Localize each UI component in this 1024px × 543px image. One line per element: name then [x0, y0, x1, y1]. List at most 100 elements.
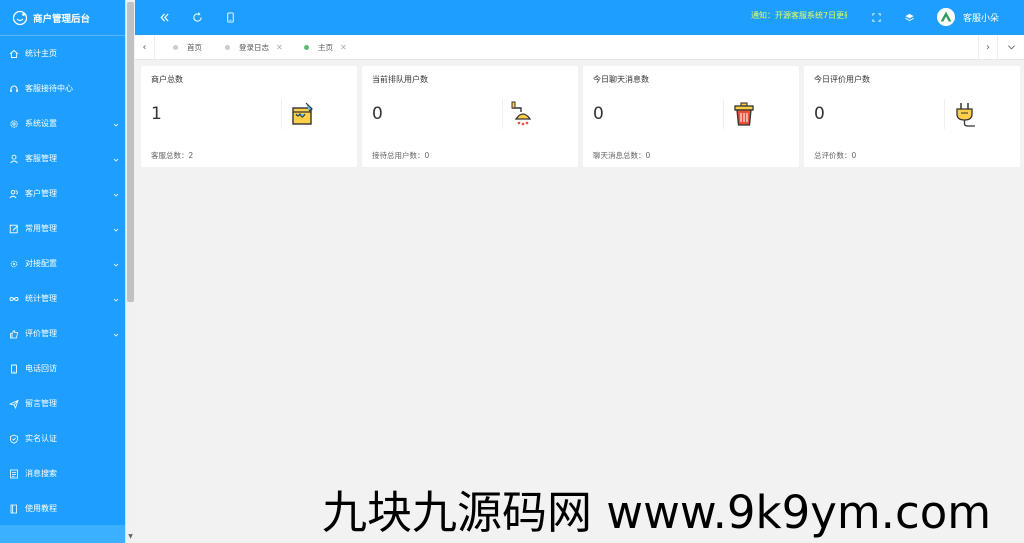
card-footer: 总评价数：0: [814, 151, 857, 160]
stat-card-reviews: 今日评价用户数 0 总评价数：0: [804, 66, 1020, 167]
card-value: 0: [372, 104, 383, 124]
chevron-down-icon: [113, 331, 119, 337]
sidebar-item-system-settings[interactable]: 系统设置: [0, 106, 125, 141]
refresh-icon: [192, 11, 202, 22]
sidebar-item-label: 使用教程: [25, 504, 57, 513]
sidebar-item-dashboard[interactable]: 统计主页: [0, 36, 125, 71]
tab-scroll-left-button[interactable]: ‹: [135, 35, 155, 60]
sidebar-item-label: 电话回访: [25, 364, 57, 373]
sidebar: 商户管理后台 统计主页 客服接待中心 系统设置 客服管理 客户管理 常用管理 对…: [0, 0, 125, 543]
tab-bar: ‹ 首页 登录日志 ✕ 主页 ✕ ›: [135, 35, 1024, 60]
chevron-down-icon: [113, 226, 119, 232]
fullscreen-button[interactable]: [870, 11, 882, 23]
card-divider: [723, 99, 724, 129]
card-divider: [944, 99, 945, 129]
sidebar-item-label: 统计管理: [25, 294, 57, 303]
avatar-logo-icon: [940, 11, 952, 22]
edit-icon: [9, 224, 19, 234]
chevron-down-icon: [113, 261, 119, 267]
sidebar-item-label: 留言管理: [25, 399, 57, 408]
tab-status-dot: [225, 45, 230, 50]
collapse-sidebar-button[interactable]: [158, 11, 170, 23]
sidebar-item-message-search[interactable]: 消息搜索: [0, 456, 125, 491]
headset-icon: [9, 84, 19, 94]
sidebar-item-label: 统计主页: [25, 49, 57, 58]
fullscreen-icon: [871, 12, 881, 22]
refresh-button[interactable]: [191, 11, 203, 23]
chevron-down-icon: [113, 296, 119, 302]
chevron-down-icon: [1007, 45, 1015, 50]
sidebar-item-integration-config[interactable]: 对接配置: [0, 246, 125, 281]
sidebar-item-label: 客户管理: [25, 189, 57, 198]
users-icon: [9, 189, 19, 199]
trash-bin-icon: [730, 100, 758, 128]
document-search-icon: [9, 469, 19, 479]
tab-status-dot: [173, 45, 178, 50]
sidebar-item-label: 实名认证: [25, 434, 57, 443]
tab-status-dot: [304, 45, 309, 50]
tab-actions-dropdown[interactable]: [1001, 35, 1021, 60]
tab-home[interactable]: 首页: [173, 35, 202, 60]
gear-icon: [9, 119, 19, 129]
chevron-down-icon: [113, 191, 119, 197]
infinity-icon: [9, 294, 19, 304]
tab-scroll-right-button[interactable]: ›: [978, 35, 998, 60]
sidebar-item-common-management[interactable]: 常用管理: [0, 211, 125, 246]
paint-bucket-icon: [288, 100, 316, 128]
watermark-text: 九块九源码网 www.9k9ym.com: [322, 486, 992, 539]
sidebar-scrollbar[interactable]: ▼: [125, 0, 135, 543]
scrollbar-thumb[interactable]: [127, 2, 134, 302]
card-divider: [502, 99, 503, 129]
card-value: 0: [593, 104, 604, 124]
sidebar-item-statistics[interactable]: 统计管理: [0, 281, 125, 316]
user-menu[interactable]: 客服小朵: [937, 8, 999, 26]
avatar: [937, 8, 955, 26]
sidebar-item-label: 系统设置: [25, 119, 57, 128]
sidebar-item-service-center[interactable]: 客服接待中心: [0, 71, 125, 106]
plug-icon: [951, 100, 979, 128]
theme-button[interactable]: [903, 11, 915, 23]
tab-label: 首页: [187, 43, 202, 52]
close-icon[interactable]: ✕: [340, 43, 347, 52]
card-footer: 接待总用户数：0: [372, 151, 430, 160]
shower-icon: [509, 100, 537, 128]
card-divider: [281, 99, 282, 129]
layers-icon: [904, 13, 914, 21]
mobile-view-button[interactable]: [224, 11, 236, 23]
sidebar-item-agent-management[interactable]: 客服管理: [0, 141, 125, 176]
sidebar-item-label: 客服接待中心: [25, 84, 73, 93]
stat-card-messages: 今日聊天消息数 0 聊天消息总数：0: [583, 66, 799, 167]
mobile-icon: [226, 11, 234, 23]
sidebar-item-tutorial[interactable]: 使用教程: [0, 491, 125, 526]
close-icon[interactable]: ✕: [276, 43, 283, 52]
tab-login-log[interactable]: 登录日志 ✕: [225, 35, 283, 60]
top-header: 通知：开源客服系统7日更新 客服小朵: [135, 0, 1024, 35]
send-icon: [9, 399, 19, 409]
sidebar-item-label: 消息搜索: [25, 469, 57, 478]
sidebar-item-phone-callback[interactable]: 电话回访: [0, 351, 125, 386]
sidebar-item-label: 常用管理: [25, 224, 57, 233]
home-icon: [9, 49, 19, 59]
card-value: 1: [151, 104, 162, 124]
sidebar-item-reviews[interactable]: 评价管理: [0, 316, 125, 351]
card-title: 今日评价用户数: [814, 75, 870, 84]
brand[interactable]: 商户管理后台: [0, 0, 125, 36]
notice-marquee[interactable]: 通知：开源客服系统7日更新: [751, 10, 847, 21]
sidebar-item-label: 评价管理: [25, 329, 57, 338]
tab-main[interactable]: 主页 ✕: [304, 35, 347, 60]
sidebar-item-identity-verification[interactable]: 实名认证: [0, 421, 125, 456]
stat-card-merchants: 商户总数 1 客服总数：2: [141, 66, 357, 167]
card-value: 0: [814, 104, 825, 124]
chevron-down-icon: [113, 156, 119, 162]
logo-icon: [12, 10, 28, 26]
book-icon: [9, 504, 19, 514]
card-footer: 聊天消息总数：0: [593, 151, 651, 160]
card-title: 商户总数: [151, 75, 183, 84]
sidebar-menu: 统计主页 客服接待中心 系统设置 客服管理 客户管理 常用管理 对接配置 统计管…: [0, 36, 125, 526]
sidebar-footer: [0, 525, 125, 543]
sidebar-item-customer-management[interactable]: 客户管理: [0, 176, 125, 211]
tab-label: 主页: [318, 43, 333, 52]
sidebar-item-label: 对接配置: [25, 259, 57, 268]
sidebar-item-messages[interactable]: 留言管理: [0, 386, 125, 421]
scroll-down-arrow-icon[interactable]: ▼: [127, 533, 134, 540]
